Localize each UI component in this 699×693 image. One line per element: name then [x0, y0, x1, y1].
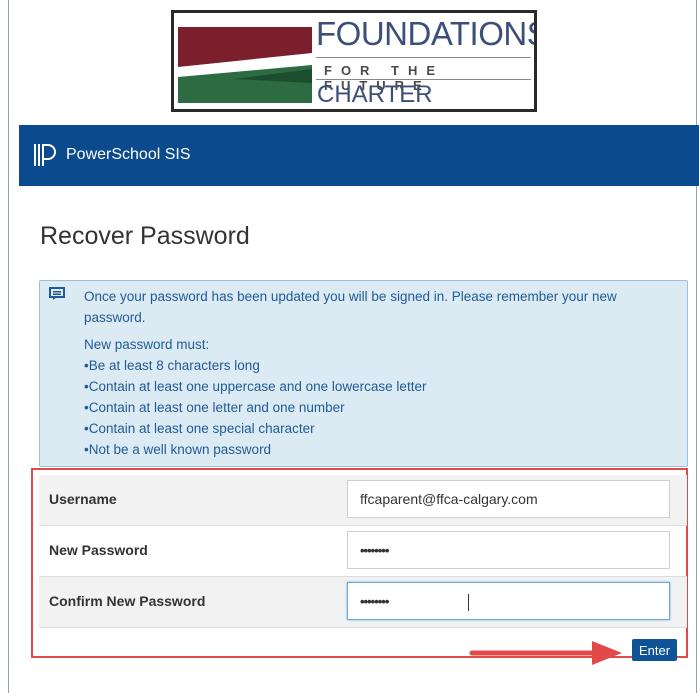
- message-icon: [49, 287, 65, 300]
- school-logo: FOUNDATIONS FOR THE FUTURE CHARTER ACADE…: [171, 10, 537, 112]
- rule-item: •Contain at least one special character: [84, 421, 315, 436]
- page-frame-left: [8, 0, 9, 693]
- form-row-username: Username: [39, 475, 687, 526]
- rule-item: •Contain at least one uppercase and one …: [84, 379, 427, 394]
- username-label: Username: [49, 491, 117, 507]
- recover-password-form: Username New Password Confirm New Passwo…: [39, 475, 687, 628]
- confirm-password-field[interactable]: [347, 582, 670, 620]
- rule-item: •Not be a well known password: [84, 442, 272, 457]
- logo-divider: [316, 79, 531, 80]
- app-header: PowerSchool SIS: [19, 125, 699, 186]
- notice-intro: Once your password has been updated you …: [84, 289, 617, 325]
- rule-item: •Contain at least one letter and one num…: [84, 400, 345, 415]
- username-field[interactable]: [347, 480, 670, 518]
- confirm-password-label: Confirm New Password: [49, 593, 206, 609]
- new-password-label: New Password: [49, 542, 148, 558]
- powerschool-logo-icon: [34, 144, 56, 166]
- rules-heading: New password must:: [84, 337, 210, 352]
- page-frame-right: [696, 0, 697, 693]
- form-row-confirm-password: Confirm New Password: [39, 577, 687, 628]
- password-rules-notice: Once your password has been updated you …: [39, 280, 688, 467]
- notice-text: Once your password has been updated you …: [84, 286, 673, 460]
- text-caret: [468, 594, 469, 611]
- new-password-field[interactable]: [347, 531, 670, 569]
- pointer-arrow-icon: [469, 641, 622, 665]
- rule-item: •Be at least 8 characters long: [84, 358, 260, 373]
- page-title: Recover Password: [40, 222, 250, 250]
- enter-button[interactable]: Enter: [632, 639, 677, 661]
- logo-academy: CHARTER ACADEMY: [317, 81, 433, 108]
- logo-divider: [316, 57, 531, 58]
- form-row-new-password: New Password: [39, 526, 687, 577]
- app-brand: PowerSchool SIS: [66, 146, 191, 163]
- logo-title: FOUNDATIONS: [316, 15, 537, 52]
